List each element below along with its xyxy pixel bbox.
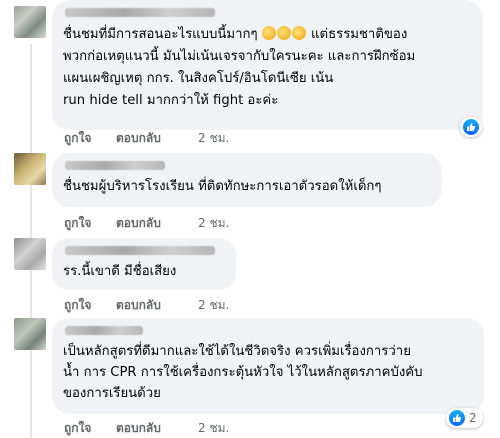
- like-button[interactable]: ถูกใจ: [64, 214, 91, 233]
- like-button[interactable]: ถูกใจ: [64, 129, 91, 148]
- avatar[interactable]: [14, 318, 46, 350]
- avatar[interactable]: [14, 153, 46, 185]
- comment-bubble: ชื่นชมที่มีการสอนอะไรแบบนี้มากๆ แต่ธรรมช…: [52, 0, 483, 130]
- timestamp[interactable]: 2 ชม.: [198, 129, 229, 148]
- reaction-count: 2: [469, 411, 477, 425]
- avatar[interactable]: [14, 238, 46, 270]
- reply-button[interactable]: ตอบกลับ: [116, 296, 161, 315]
- commenter-name[interactable]: [65, 326, 143, 335]
- comment-line: น้ำ การ CPR การใช้เครื่องกระตุ้นหัวใจ ไว…: [63, 365, 423, 380]
- reply-button[interactable]: ตอบกลับ: [116, 214, 161, 233]
- reply-button[interactable]: ตอบกลับ: [116, 419, 161, 438]
- reaction-badge[interactable]: [460, 117, 482, 137]
- comment-line: แผนเผชิญเหตุ กกร. ในสิงคโปร์/อินโดนีเซีย…: [63, 71, 334, 86]
- like-icon: [449, 410, 465, 426]
- timestamp[interactable]: 2 ชม.: [198, 214, 229, 233]
- comment-line: ของการเรียนด้วย: [63, 386, 161, 401]
- comment-line: พวกก่อเหตุแนวนี้ มันไม่เน้นเจรจากับใครนะ…: [63, 49, 416, 64]
- comment-line: ชื่นชมผู้บริหารโรงเรียน ที่ติดทักษะการเอ…: [63, 179, 382, 194]
- comment-bubble: ชื่นชมผู้บริหารโรงเรียน ที่ติดทักษะการเอ…: [52, 153, 442, 207]
- reply-button[interactable]: ตอบกลับ: [116, 129, 161, 148]
- like-button[interactable]: ถูกใจ: [64, 296, 91, 315]
- like-button[interactable]: ถูกใจ: [64, 419, 91, 438]
- comment-line: run hide tell มากกว่าให้ fight อะค่ะ: [63, 93, 279, 108]
- timestamp[interactable]: 2 ชม.: [198, 419, 229, 438]
- like-icon: [463, 119, 479, 135]
- comment-bubble: เป็นหลักสูตรที่ดีมากและใช้ได้ในชีวิตจริง…: [52, 318, 484, 414]
- commenter-name[interactable]: [65, 161, 165, 170]
- comment-bubble: รร.นี้เขาดี มีชื่อเสียง: [52, 238, 236, 290]
- comment-line: เป็นหลักสูตรที่ดีมากและใช้ได้ในชีวิตจริง…: [63, 344, 411, 359]
- avatar[interactable]: [14, 6, 46, 38]
- comment-line: ชื่นชมที่มีการสอนอะไรแบบนี้มากๆ แต่ธรรมช…: [63, 26, 408, 42]
- timestamp[interactable]: 2 ชม.: [198, 296, 229, 315]
- commenter-name[interactable]: [65, 246, 215, 255]
- clapping-hands-icon: [261, 26, 307, 42]
- comment-line: รร.นี้เขาดี มีชื่อเสียง: [63, 264, 177, 279]
- commenter-name[interactable]: [65, 8, 215, 17]
- reaction-badge[interactable]: 2: [446, 408, 483, 428]
